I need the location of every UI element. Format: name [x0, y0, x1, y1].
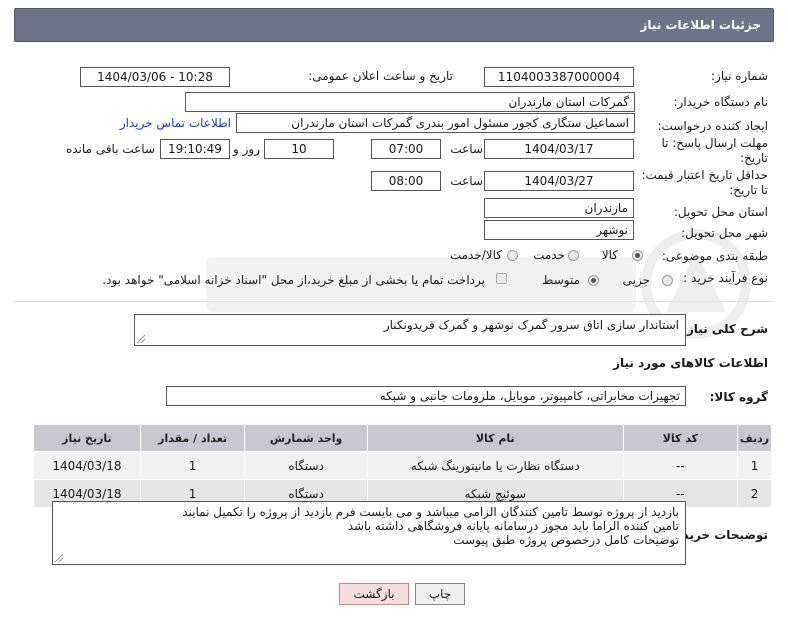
remaining-label: ساعت باقی مانده	[65, 142, 155, 156]
column-header-row-number: ردیف	[737, 424, 772, 452]
process-radio-minor[interactable]	[662, 275, 673, 286]
deadline-time-label: ساعت	[450, 142, 483, 156]
column-header-quantity: تعداد / مقدار	[139, 424, 246, 452]
category-radio-goods[interactable]	[632, 250, 643, 261]
process-label: نوع فرآیند خرید :	[683, 271, 768, 285]
process-radio-medium[interactable]	[588, 275, 599, 286]
category-radio-service[interactable]	[568, 250, 579, 261]
cell-name: دستگاه نظارت یا مانیتورینگ شبکه	[366, 451, 624, 480]
validity-label-date: تا تاریخ:	[729, 183, 768, 197]
requester-label: ایجاد کننده درخواست:	[657, 119, 768, 133]
buyer-org-field: گمرکات استان مازندران	[185, 92, 635, 112]
treasury-payment-checkbox[interactable]	[496, 273, 507, 284]
city-label: شهر محل تحویل:	[681, 226, 768, 240]
cell-need-date: 1404/03/18	[33, 451, 141, 480]
panel-header: جزئیات اطلاعات نیاز	[14, 8, 774, 42]
validity-time-label: ساعت	[450, 174, 483, 188]
category-label: طبقه بندی موضوعی:	[661, 249, 768, 263]
validity-time-field: 08:00	[371, 171, 441, 191]
requester-field: اسماعیل ستگاری کجور مسئول امور بندری گمر…	[236, 113, 635, 133]
treasury-payment-note: پرداخت تمام یا بخشی از مبلغ خرید،از محل …	[102, 273, 485, 287]
process-option-minor: جزیی	[622, 273, 650, 287]
table-row: 1 -- دستگاه نظارت یا مانیتورینگ شبکه دست…	[33, 451, 772, 480]
category-option-goods: کالا	[601, 248, 618, 262]
description-label: شرح کلی نیاز:	[682, 322, 768, 336]
description-textarea[interactable]: استاندار سازی اتاق سرور گمرک نوشهر و گمر…	[134, 314, 686, 346]
deadline-label-date: تاریخ:	[740, 151, 768, 165]
category-radio-goods-service[interactable]	[507, 250, 518, 261]
goods-table: ردیف کد کالا نام کالا واحد شمارش تعداد /…	[33, 424, 772, 508]
divider	[14, 301, 774, 302]
category-option-goods-service: کالا/خدمت	[449, 248, 502, 262]
city-field: نوشهر	[484, 220, 634, 240]
buyer-notes-textarea[interactable]: بازدید از پروژه توسط تامین کنندگان الزام…	[52, 501, 686, 565]
cell-row-number: 1	[737, 451, 772, 480]
resize-handle-icon[interactable]	[55, 554, 63, 562]
goods-section-title: اطلاعات کالاهای مورد نیاز	[613, 356, 768, 370]
cell-row-number: 2	[737, 479, 772, 508]
validity-date-field: 1404/03/27	[484, 171, 634, 191]
announce-label: تاریخ و ساعت اعلان عمومی:	[308, 69, 453, 83]
deadline-label: مهلت ارسال پاسخ: تا	[661, 136, 768, 150]
buyer-note-line: توضیحات کامل درخصوص پروژه طبق پیوست	[453, 533, 679, 547]
cell-unit: دستگاه	[244, 451, 368, 480]
validity-label: حداقل تاریخ اعتبار قیمت:	[641, 168, 768, 182]
deadline-date-field: 1404/03/17	[484, 139, 634, 159]
deadline-time-field: 07:00	[371, 139, 441, 159]
process-option-medium: متوسط	[542, 273, 580, 287]
column-header-name: نام کالا	[366, 424, 624, 452]
goods-group-label: گروه کالا:	[709, 390, 768, 404]
days-label: روز و	[233, 142, 260, 156]
announce-field: 1404/03/06 - 10:28	[80, 67, 230, 87]
buyer-note-line: بازدید از پروژه توسط تامین کنندگان الزام…	[182, 505, 679, 519]
column-header-need-date: تاریخ نیاز	[33, 424, 141, 452]
need-number-label: شماره نیاز:	[711, 69, 768, 83]
table-header-row: ردیف کد کالا نام کالا واحد شمارش تعداد /…	[33, 424, 772, 452]
back-button[interactable]: بازگشت	[339, 583, 409, 605]
province-field: مازندران	[484, 198, 634, 218]
description-text: استاندار سازی اتاق سرور گمرک نوشهر و گمر…	[383, 318, 679, 332]
days-count-field: 10	[264, 139, 334, 159]
print-button[interactable]: چاپ	[415, 583, 465, 605]
buyer-contact-link[interactable]: اطلاعات تماس خریدار	[120, 116, 231, 130]
province-label: استان محل تحویل:	[673, 205, 768, 219]
need-number-field: 1104003387000004	[484, 67, 634, 87]
column-header-unit: واحد شمارش	[244, 424, 368, 452]
panel-title: جزئیات اطلاعات نیاز	[640, 18, 761, 32]
remaining-time-field: 19:10:49	[160, 139, 230, 159]
goods-group-field: تجهیزات مخابراتی، کامپیوتر، موبایل، ملزو…	[166, 386, 686, 406]
buyer-org-label: نام دستگاه خریدار:	[673, 95, 769, 109]
column-header-code: کد کالا	[622, 424, 739, 452]
category-option-service: خدمت	[533, 248, 565, 262]
cell-code: --	[622, 451, 739, 480]
resize-handle-icon[interactable]	[137, 335, 145, 343]
buyer-note-line: تامین کننده الزاما باید مجوز درسامانه پا…	[347, 519, 679, 533]
cell-quantity: 1	[139, 451, 246, 480]
